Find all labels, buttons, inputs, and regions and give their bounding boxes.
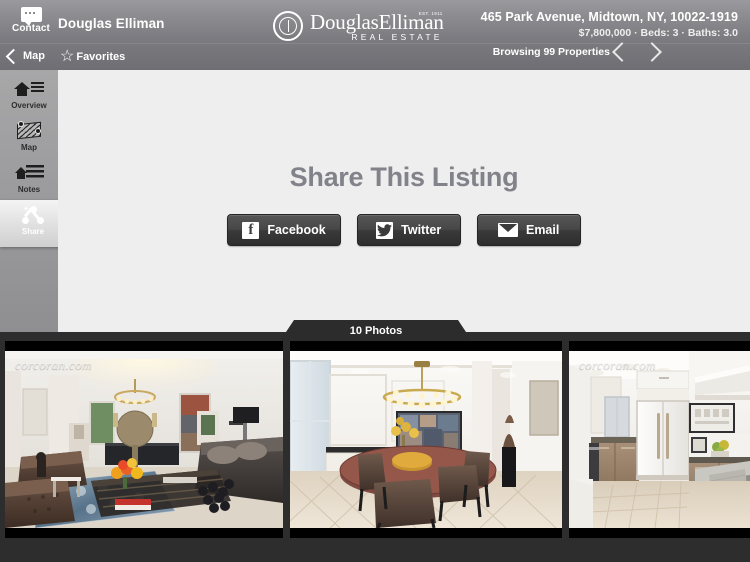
page-title: Share This Listing [289, 162, 519, 192]
app-header: Contact Douglas Elliman DouglasElliman E… [0, 0, 750, 70]
house-list-icon [14, 78, 44, 100]
back-to-map-button[interactable]: Map [5, 48, 45, 64]
kitchen-photo: corcoran.com [569, 351, 750, 528]
sidebar-item-notes[interactable]: Notes [0, 158, 58, 200]
share-email-button[interactable]: Email [476, 214, 581, 246]
favorites-button[interactable]: ☆ Favorites [60, 49, 125, 65]
photo-watermark: corcoran.com [579, 357, 656, 372]
logo-text: DouglasElliman EST. 1911 REAL ESTATE [310, 11, 444, 42]
agency-name: Douglas Elliman [58, 16, 165, 31]
share-button-group: f Facebook Twitter Email [58, 214, 750, 246]
contact-button[interactable]: Contact [8, 4, 54, 42]
logo-est-label: EST. 1911 [418, 10, 443, 16]
living-room-photo: corcoran.com [5, 351, 283, 528]
de-monogram-icon [273, 11, 303, 41]
listing-price-beds-baths: $7,800,000 · Beds: 3 · Baths: 3.0 [578, 27, 738, 39]
sidebar-item-label: Notes [17, 185, 41, 194]
thumbnail-kitchen[interactable]: corcoran.com [569, 341, 750, 538]
chevron-left-icon [5, 48, 22, 64]
sidebar-item-map[interactable]: Map [0, 116, 58, 158]
photo-strip: corcoran.com corcoran.com [0, 341, 750, 562]
chevron-left-icon[interactable] [612, 42, 632, 62]
map-pins-icon [14, 120, 44, 142]
speech-bubble-icon [20, 7, 42, 26]
sidebar: Overview Map Notes ✦ Share [0, 70, 73, 332]
dining-room-photo [290, 351, 562, 528]
share-twitter-label: Twitter [401, 223, 442, 237]
browsing-count: Browsing 99 Properties [492, 46, 610, 58]
favorites-label: Favorites [76, 51, 126, 63]
sidebar-item-label: Map [21, 143, 37, 152]
star-outline-icon: ☆ [60, 48, 75, 65]
back-to-map-label: Map [23, 50, 45, 62]
thumbnail-living-room[interactable]: corcoran.com [5, 341, 283, 538]
sidebar-item-share[interactable]: ✦ Share [0, 200, 73, 247]
bubble-dots [24, 12, 38, 14]
photo-watermark: corcoran.com [15, 357, 92, 372]
twitter-bird-icon [376, 221, 394, 239]
share-panel: Share This Listing f Facebook Twitter Em… [58, 70, 750, 332]
share-twitter-button[interactable]: Twitter [356, 214, 461, 246]
share-facebook-label: Facebook [267, 223, 326, 237]
share-email-label: Email [525, 223, 560, 237]
listing-nav [612, 41, 675, 65]
share-nodes-icon: ✦ [18, 204, 48, 226]
envelope-icon [497, 223, 518, 237]
sidebar-item-label: Share [21, 227, 45, 236]
sidebar-item-label: Overview [11, 101, 47, 110]
douglas-elliman-logo: DouglasElliman EST. 1911 REAL ESTATE [273, 9, 469, 43]
chevron-right-icon[interactable] [642, 42, 662, 62]
sidebar-item-overview[interactable]: Overview [0, 74, 58, 116]
photos-tab[interactable]: 10 Photos [280, 320, 472, 341]
facebook-icon: f [242, 221, 260, 239]
share-facebook-button[interactable]: f Facebook [227, 214, 341, 246]
house-notes-icon [14, 162, 44, 184]
app-root: Contact Douglas Elliman DouglasElliman E… [0, 0, 750, 562]
listing-address: 465 Park Avenue, Midtown, NY, 10022-1919 [480, 10, 738, 24]
thumbnail-dining-room[interactable] [290, 341, 562, 538]
